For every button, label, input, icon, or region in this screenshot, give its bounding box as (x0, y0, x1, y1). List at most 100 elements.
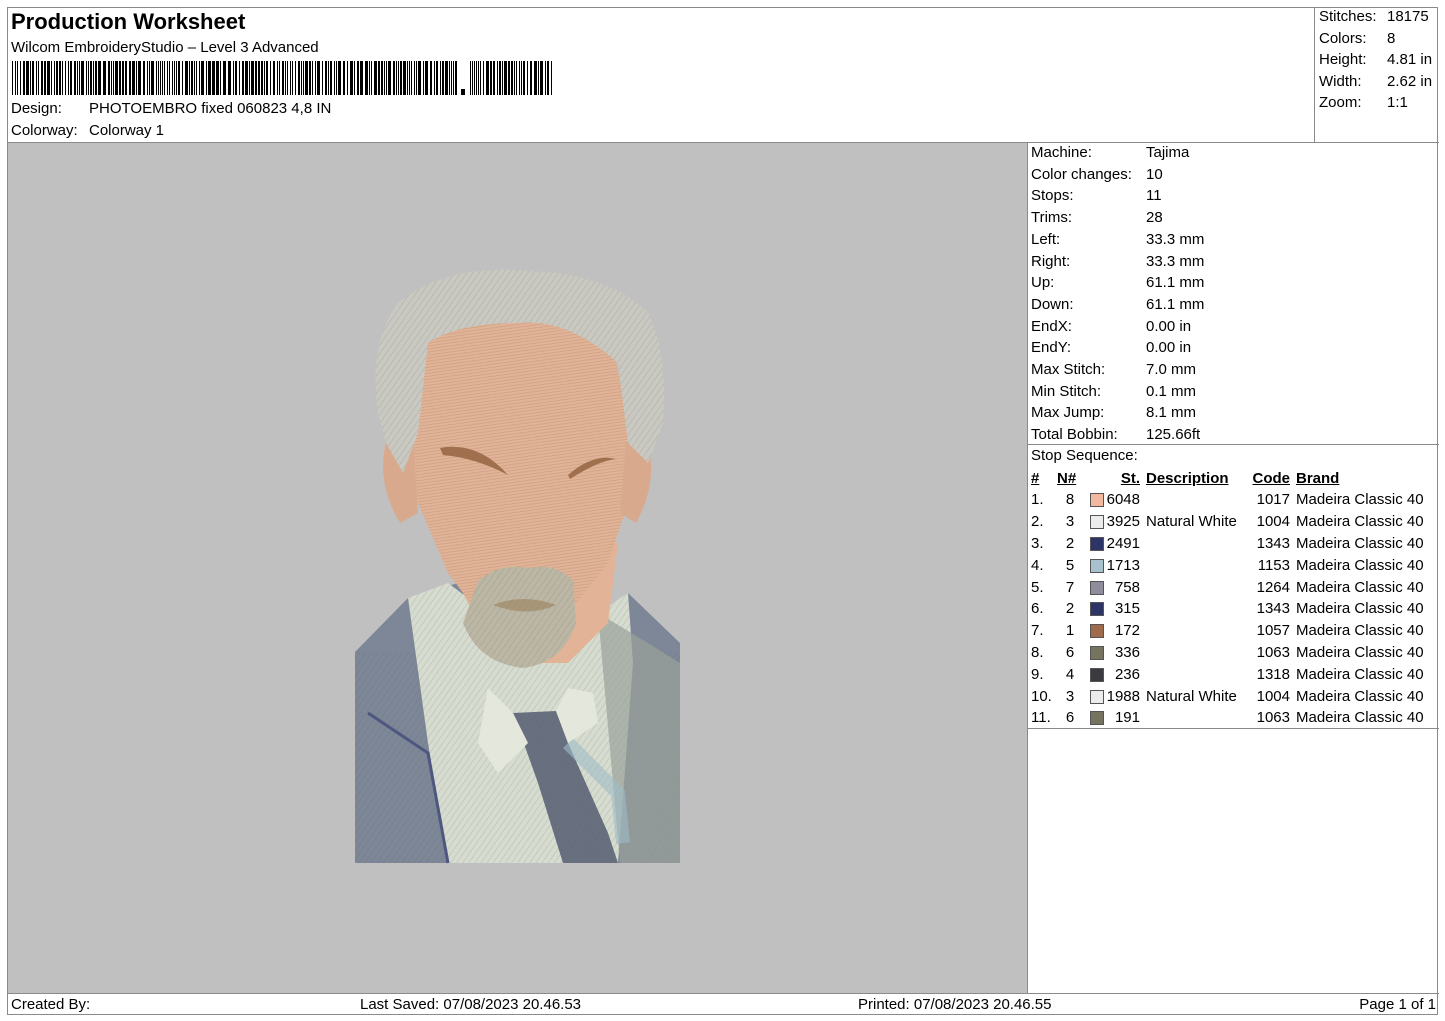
barcode-bar (160, 61, 161, 95)
row-index: 8. (1031, 643, 1044, 661)
info-row: Right: 33.3 mm (1031, 252, 1205, 270)
barcode-bar (384, 61, 385, 95)
color-swatch (1090, 493, 1104, 508)
barcode-bar (149, 61, 150, 95)
barcode-bar (68, 61, 69, 95)
barcode-bar (504, 61, 507, 95)
colorway-row: Colorway: Colorway 1 (11, 122, 164, 139)
barcode-bar (65, 61, 66, 95)
worksheet-footer: Created By: Last Saved: 07/08/2023 20.46… (8, 993, 1439, 1016)
barcode-bar (70, 61, 72, 95)
table-row: 2. 3 3925 Natural White 1004 Madeira Classic … (1028, 511, 1424, 533)
barcode-bar (36, 61, 37, 95)
barcode-bar (436, 61, 438, 95)
barcode-bar (403, 61, 406, 95)
info-row: Color changes: 10 (1031, 165, 1163, 183)
worksheet: Production Worksheet Wilcom EmbroiderySt… (7, 7, 1439, 1016)
row-description (1140, 554, 1246, 576)
page-title: Production Worksheet (11, 9, 246, 34)
table-header-row: # N# St. Description Code Brand (1028, 468, 1424, 489)
info-row: Stops: 11 (1031, 187, 1162, 205)
barcode-bar (282, 61, 284, 95)
barcode-bar (381, 61, 383, 95)
col-stitches: St. (1120, 470, 1140, 487)
row-index: 11. (1031, 709, 1051, 727)
barcode-bar (338, 61, 341, 95)
color-swatch (1090, 515, 1104, 530)
row-stitches: 3925 (1106, 513, 1140, 531)
row-description (1140, 489, 1246, 511)
row-description (1140, 707, 1246, 729)
barcode-bar (547, 61, 549, 95)
barcode-bar (47, 61, 50, 95)
barcode-bar (508, 61, 510, 95)
barcode-bar (158, 61, 159, 95)
row-needle: 2 (1065, 534, 1075, 552)
info-row: Trims: 28 (1031, 209, 1163, 227)
info-row: Machine: Tajima (1031, 144, 1190, 161)
barcode-bar (23, 61, 25, 95)
barcode-bar (298, 61, 300, 95)
row-needle: 4 (1065, 665, 1075, 683)
barcode-bar (103, 61, 106, 95)
stop-sequence-table: # N# St. Description Code Brand 1. 8 6048 1… (1028, 468, 1424, 729)
barcode-bar (551, 61, 552, 95)
barcode-bar (255, 61, 257, 95)
barcode-bar (62, 61, 63, 95)
barcode-bar (423, 61, 424, 95)
summary-stitches: Stitches: 18175 (1319, 8, 1429, 25)
barcode-bar (490, 61, 492, 95)
worksheet-header: Production Worksheet Wilcom EmbroiderySt… (8, 8, 1315, 143)
barcode-bar (151, 61, 154, 95)
design-row: Design: PHOTOEMBRO fixed 060823 4,8 IN (11, 100, 331, 117)
barcode-bar (378, 61, 380, 95)
barcode-bar (189, 61, 190, 95)
barcode-bar (32, 61, 34, 95)
design-label: Design: (11, 100, 62, 117)
row-brand: Madeira Classic 40 (1296, 513, 1424, 531)
barcode-bar (527, 61, 528, 95)
barcode-bar (194, 61, 195, 95)
barcode-bar (360, 61, 363, 95)
barcode-bar (51, 61, 52, 95)
color-swatch (1090, 711, 1104, 726)
barcode-bar (425, 61, 428, 95)
barcode-bar (483, 61, 484, 95)
row-description (1140, 598, 1246, 620)
row-stitches: 191 (1114, 709, 1140, 727)
row-index: 3. (1031, 534, 1044, 552)
color-swatch (1090, 624, 1104, 639)
barcode-bar (295, 61, 296, 95)
col-brand: Brand (1296, 470, 1340, 487)
row-code: 1004 (1256, 687, 1290, 705)
barcode-bar (315, 61, 316, 95)
row-code: 1004 (1256, 513, 1290, 531)
barcode-bar (251, 61, 254, 95)
barcode-bar (176, 61, 177, 95)
barcode-bar (228, 61, 231, 95)
printed-date: Printed: 07/08/2023 20.46.55 (858, 996, 1052, 1013)
barcode-bar (258, 61, 260, 95)
barcode-bar (521, 61, 522, 95)
row-description: Natural White (1146, 513, 1237, 531)
barcode-bar (336, 61, 337, 95)
barcode-bar (235, 61, 237, 95)
barcode-bar (261, 61, 263, 95)
barcode-bar (242, 61, 244, 95)
barcode-bar (292, 61, 293, 95)
barcode-bar (239, 61, 240, 95)
table-row: 1. 8 6048 1017 Madeira Classic 40 (1028, 489, 1424, 511)
barcode-bar (201, 61, 204, 95)
row-needle: 6 (1065, 643, 1075, 661)
barcode-bar (90, 61, 92, 95)
barcode-bar (54, 61, 55, 95)
row-brand: Madeira Classic 40 (1296, 665, 1424, 683)
row-code: 1343 (1256, 534, 1290, 552)
color-swatch (1090, 558, 1104, 573)
barcode-bar (143, 61, 145, 95)
barcode-bar (41, 61, 43, 95)
barcode-bar (440, 61, 441, 95)
row-brand: Madeira Classic 40 (1296, 556, 1424, 574)
barcode-bar (499, 61, 501, 95)
barcode-bar (30, 61, 31, 95)
